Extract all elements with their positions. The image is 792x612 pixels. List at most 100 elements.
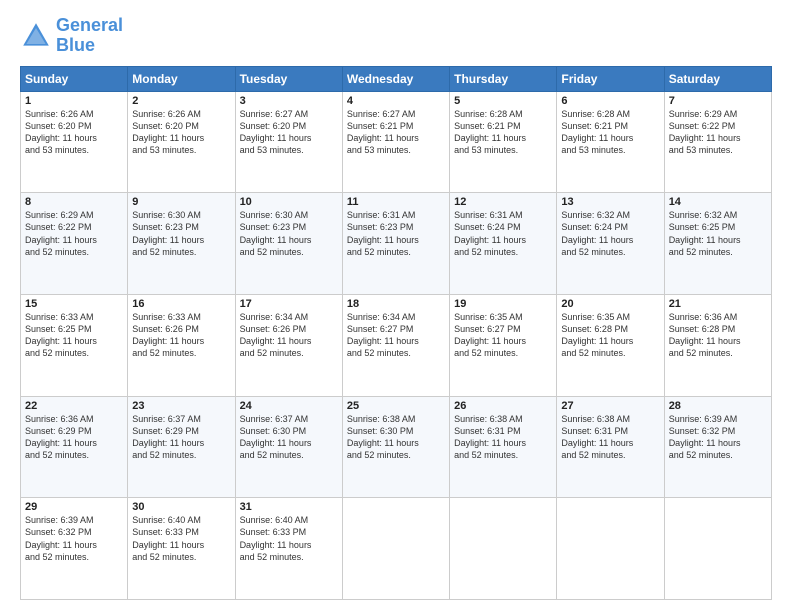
calendar-cell: 27Sunrise: 6:38 AMSunset: 6:31 PMDayligh…: [557, 396, 664, 498]
day-number: 12: [454, 196, 552, 208]
calendar-cell: 3Sunrise: 6:27 AMSunset: 6:20 PMDaylight…: [235, 91, 342, 193]
cell-info: Sunrise: 6:35 AMSunset: 6:27 PMDaylight:…: [454, 311, 552, 360]
day-number: 19: [454, 298, 552, 310]
day-number: 27: [561, 400, 659, 412]
day-number: 8: [25, 196, 123, 208]
calendar-cell: 12Sunrise: 6:31 AMSunset: 6:24 PMDayligh…: [450, 193, 557, 295]
calendar-cell: 21Sunrise: 6:36 AMSunset: 6:28 PMDayligh…: [664, 294, 771, 396]
calendar-cell: 31Sunrise: 6:40 AMSunset: 6:33 PMDayligh…: [235, 498, 342, 600]
day-number: 7: [669, 95, 767, 107]
calendar-cell: 19Sunrise: 6:35 AMSunset: 6:27 PMDayligh…: [450, 294, 557, 396]
day-number: 29: [25, 501, 123, 513]
calendar-cell: 4Sunrise: 6:27 AMSunset: 6:21 PMDaylight…: [342, 91, 449, 193]
cell-info: Sunrise: 6:34 AMSunset: 6:27 PMDaylight:…: [347, 311, 445, 360]
day-number: 22: [25, 400, 123, 412]
cell-info: Sunrise: 6:38 AMSunset: 6:30 PMDaylight:…: [347, 413, 445, 462]
cell-info: Sunrise: 6:40 AMSunset: 6:33 PMDaylight:…: [240, 514, 338, 563]
calendar-cell: [664, 498, 771, 600]
day-number: 6: [561, 95, 659, 107]
logo-text: General Blue: [56, 16, 123, 56]
day-number: 9: [132, 196, 230, 208]
calendar-cell: 17Sunrise: 6:34 AMSunset: 6:26 PMDayligh…: [235, 294, 342, 396]
calendar-cell: 7Sunrise: 6:29 AMSunset: 6:22 PMDaylight…: [664, 91, 771, 193]
cell-info: Sunrise: 6:29 AMSunset: 6:22 PMDaylight:…: [669, 108, 767, 157]
calendar-cell: [557, 498, 664, 600]
day-number: 4: [347, 95, 445, 107]
calendar-cell: 28Sunrise: 6:39 AMSunset: 6:32 PMDayligh…: [664, 396, 771, 498]
page: General Blue SundayMondayTuesdayWednesda…: [0, 0, 792, 612]
day-header-tuesday: Tuesday: [235, 66, 342, 91]
calendar-cell: 11Sunrise: 6:31 AMSunset: 6:23 PMDayligh…: [342, 193, 449, 295]
day-header-monday: Monday: [128, 66, 235, 91]
cell-info: Sunrise: 6:27 AMSunset: 6:21 PMDaylight:…: [347, 108, 445, 157]
calendar-week-3: 15Sunrise: 6:33 AMSunset: 6:25 PMDayligh…: [21, 294, 772, 396]
calendar-week-2: 8Sunrise: 6:29 AMSunset: 6:22 PMDaylight…: [21, 193, 772, 295]
cell-info: Sunrise: 6:34 AMSunset: 6:26 PMDaylight:…: [240, 311, 338, 360]
cell-info: Sunrise: 6:26 AMSunset: 6:20 PMDaylight:…: [132, 108, 230, 157]
calendar-week-4: 22Sunrise: 6:36 AMSunset: 6:29 PMDayligh…: [21, 396, 772, 498]
calendar-cell: 24Sunrise: 6:37 AMSunset: 6:30 PMDayligh…: [235, 396, 342, 498]
cell-info: Sunrise: 6:40 AMSunset: 6:33 PMDaylight:…: [132, 514, 230, 563]
day-number: 2: [132, 95, 230, 107]
day-number: 31: [240, 501, 338, 513]
day-number: 1: [25, 95, 123, 107]
day-number: 18: [347, 298, 445, 310]
cell-info: Sunrise: 6:37 AMSunset: 6:29 PMDaylight:…: [132, 413, 230, 462]
day-number: 11: [347, 196, 445, 208]
cell-info: Sunrise: 6:30 AMSunset: 6:23 PMDaylight:…: [132, 209, 230, 258]
day-number: 10: [240, 196, 338, 208]
cell-info: Sunrise: 6:33 AMSunset: 6:25 PMDaylight:…: [25, 311, 123, 360]
cell-info: Sunrise: 6:38 AMSunset: 6:31 PMDaylight:…: [561, 413, 659, 462]
day-number: 30: [132, 501, 230, 513]
calendar-cell: 2Sunrise: 6:26 AMSunset: 6:20 PMDaylight…: [128, 91, 235, 193]
cell-info: Sunrise: 6:28 AMSunset: 6:21 PMDaylight:…: [454, 108, 552, 157]
cell-info: Sunrise: 6:28 AMSunset: 6:21 PMDaylight:…: [561, 108, 659, 157]
calendar-cell: 26Sunrise: 6:38 AMSunset: 6:31 PMDayligh…: [450, 396, 557, 498]
calendar-cell: 9Sunrise: 6:30 AMSunset: 6:23 PMDaylight…: [128, 193, 235, 295]
day-header-friday: Friday: [557, 66, 664, 91]
cell-info: Sunrise: 6:35 AMSunset: 6:28 PMDaylight:…: [561, 311, 659, 360]
day-number: 15: [25, 298, 123, 310]
day-number: 14: [669, 196, 767, 208]
calendar-cell: 6Sunrise: 6:28 AMSunset: 6:21 PMDaylight…: [557, 91, 664, 193]
day-number: 17: [240, 298, 338, 310]
calendar-cell: 5Sunrise: 6:28 AMSunset: 6:21 PMDaylight…: [450, 91, 557, 193]
cell-info: Sunrise: 6:39 AMSunset: 6:32 PMDaylight:…: [25, 514, 123, 563]
cell-info: Sunrise: 6:31 AMSunset: 6:23 PMDaylight:…: [347, 209, 445, 258]
day-number: 21: [669, 298, 767, 310]
cell-info: Sunrise: 6:30 AMSunset: 6:23 PMDaylight:…: [240, 209, 338, 258]
cell-info: Sunrise: 6:29 AMSunset: 6:22 PMDaylight:…: [25, 209, 123, 258]
calendar-cell: 30Sunrise: 6:40 AMSunset: 6:33 PMDayligh…: [128, 498, 235, 600]
calendar-cell: 18Sunrise: 6:34 AMSunset: 6:27 PMDayligh…: [342, 294, 449, 396]
calendar-cell: 20Sunrise: 6:35 AMSunset: 6:28 PMDayligh…: [557, 294, 664, 396]
day-number: 13: [561, 196, 659, 208]
calendar-cell: 29Sunrise: 6:39 AMSunset: 6:32 PMDayligh…: [21, 498, 128, 600]
header: General Blue: [20, 16, 772, 56]
calendar-table: SundayMondayTuesdayWednesdayThursdayFrid…: [20, 66, 772, 600]
day-header-thursday: Thursday: [450, 66, 557, 91]
calendar-week-5: 29Sunrise: 6:39 AMSunset: 6:32 PMDayligh…: [21, 498, 772, 600]
calendar-cell: 13Sunrise: 6:32 AMSunset: 6:24 PMDayligh…: [557, 193, 664, 295]
calendar-cell: 8Sunrise: 6:29 AMSunset: 6:22 PMDaylight…: [21, 193, 128, 295]
calendar-cell: 1Sunrise: 6:26 AMSunset: 6:20 PMDaylight…: [21, 91, 128, 193]
cell-info: Sunrise: 6:32 AMSunset: 6:24 PMDaylight:…: [561, 209, 659, 258]
logo-icon: [20, 20, 52, 52]
calendar-cell: 23Sunrise: 6:37 AMSunset: 6:29 PMDayligh…: [128, 396, 235, 498]
cell-info: Sunrise: 6:27 AMSunset: 6:20 PMDaylight:…: [240, 108, 338, 157]
cell-info: Sunrise: 6:26 AMSunset: 6:20 PMDaylight:…: [25, 108, 123, 157]
logo: General Blue: [20, 16, 123, 56]
calendar-cell: 16Sunrise: 6:33 AMSunset: 6:26 PMDayligh…: [128, 294, 235, 396]
calendar-cell: 15Sunrise: 6:33 AMSunset: 6:25 PMDayligh…: [21, 294, 128, 396]
cell-info: Sunrise: 6:38 AMSunset: 6:31 PMDaylight:…: [454, 413, 552, 462]
day-number: 23: [132, 400, 230, 412]
day-number: 28: [669, 400, 767, 412]
calendar-cell: [450, 498, 557, 600]
cell-info: Sunrise: 6:32 AMSunset: 6:25 PMDaylight:…: [669, 209, 767, 258]
day-number: 25: [347, 400, 445, 412]
calendar-week-1: 1Sunrise: 6:26 AMSunset: 6:20 PMDaylight…: [21, 91, 772, 193]
day-number: 20: [561, 298, 659, 310]
day-header-sunday: Sunday: [21, 66, 128, 91]
cell-info: Sunrise: 6:31 AMSunset: 6:24 PMDaylight:…: [454, 209, 552, 258]
calendar-cell: 10Sunrise: 6:30 AMSunset: 6:23 PMDayligh…: [235, 193, 342, 295]
calendar-cell: [342, 498, 449, 600]
